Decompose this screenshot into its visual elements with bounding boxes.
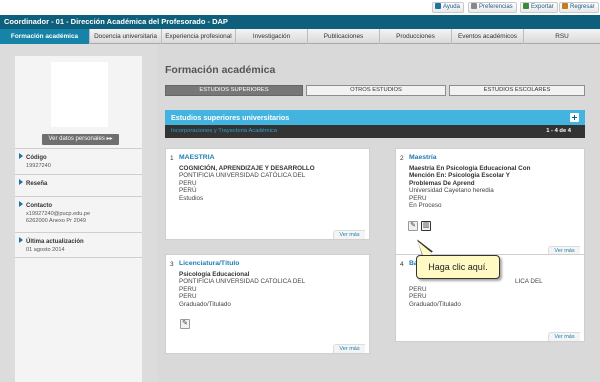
- pencil-icon: ✎: [182, 320, 188, 327]
- card-line: Graduado/Titulado: [179, 300, 231, 308]
- card-line: PERU: [409, 285, 427, 293]
- ultima-actualizacion-section: Última actualización 01 agosto 2014: [15, 232, 142, 258]
- contacto-section: Contacto x19927240@pucp.edu.pe 6262000 A…: [15, 196, 142, 232]
- record-card-3: 3 Licenciatura/Título Psicología Educaci…: [165, 254, 370, 354]
- card-title[interactable]: Maestría: [409, 154, 437, 161]
- card-line: PERU: [409, 194, 427, 202]
- tab-formacion-academica[interactable]: Formación académica: [0, 29, 90, 44]
- card-number: 3: [170, 261, 174, 268]
- subtab-estudios-superiores[interactable]: ESTUDIOS SUPERIORES: [165, 85, 303, 96]
- card-line: Estudios: [179, 194, 204, 202]
- codigo-value: 19927240: [26, 163, 51, 169]
- resena-section[interactable]: Reseña: [15, 174, 142, 196]
- card-line: Universidad Cayetano heredia: [409, 187, 494, 195]
- tab-investigacion[interactable]: Investigación: [236, 29, 308, 44]
- pencil-icon: ✎: [410, 222, 416, 229]
- regresar-label: Regresar: [570, 4, 595, 10]
- main-nav: Formación académica Docencia universitar…: [0, 29, 600, 44]
- ver-mas-link[interactable]: Ver más: [333, 344, 365, 353]
- ayuda-button[interactable]: Ayuda: [432, 2, 464, 13]
- hint-callout: Haga clic aquí.: [416, 255, 500, 279]
- regresar-button[interactable]: Regresar: [559, 2, 599, 13]
- exportar-label: Exportar: [531, 4, 554, 10]
- export-icon: [523, 3, 529, 9]
- page-title: Formación académica: [165, 64, 276, 76]
- add-icon[interactable]: [570, 113, 579, 122]
- edit-button[interactable]: ✎: [408, 221, 418, 231]
- preferencias-button[interactable]: Preferencias: [468, 2, 517, 13]
- ver-mas-link[interactable]: Ver más: [333, 230, 365, 239]
- resena-label: Reseña: [26, 181, 48, 187]
- preferencias-label: Preferencias: [479, 4, 513, 10]
- codigo-label: Código: [26, 155, 47, 161]
- subheader-label: Incorporaciones y Trayectoria Académica: [171, 128, 278, 134]
- card-line: PERU: [179, 179, 197, 187]
- tab-publicaciones[interactable]: Publicaciones: [308, 29, 380, 44]
- card-number: 1: [170, 155, 174, 162]
- card-line: PERU: [179, 293, 197, 301]
- card-line: Maestría En Psicología Educacional Con: [409, 165, 531, 172]
- card-title[interactable]: Licenciatura/Título: [179, 260, 239, 267]
- card-title[interactable]: MAESTRIA: [179, 154, 215, 161]
- back-icon: [562, 3, 568, 9]
- ultima-actualizacion-value: 01 agosto 2014: [26, 247, 65, 253]
- section-header: Estudios superiores universitarios: [165, 110, 585, 125]
- subheader: Incorporaciones y Trayectoria Académica …: [165, 125, 585, 138]
- card-line: PERÚ: [179, 187, 197, 195]
- contacto-email: x19927240@pucp.edu.pe: [26, 211, 91, 217]
- record-card-1: 1 MAESTRIA COGNICIÓN, APRENDIZAJE Y DESA…: [165, 148, 370, 240]
- card-line: PONTIFICIA UNIVERSIDAD CATOLICA DEL: [179, 278, 306, 286]
- card-line: PERU: [409, 293, 427, 301]
- section-title: Estudios superiores universitarios: [171, 113, 290, 122]
- card-line: Problemas De Aprend: [409, 179, 475, 187]
- trash-icon: ▥: [422, 222, 430, 229]
- card-number: 2: [400, 155, 404, 162]
- codigo-section: Código 19927240: [15, 148, 142, 174]
- subtab-otros-estudios[interactable]: OTROS ESTUDIOS: [306, 85, 446, 96]
- triangle-right-icon: [19, 237, 23, 243]
- tab-docencia-universitaria[interactable]: Docencia universitaria: [90, 29, 162, 44]
- edit-button[interactable]: ✎: [180, 319, 190, 329]
- exportar-button[interactable]: Exportar: [520, 2, 558, 13]
- tab-eventos-academicos[interactable]: Eventos académicos: [452, 29, 524, 44]
- window-title: Coordinador - 01 - Dirección Académica d…: [0, 15, 600, 29]
- subtab-estudios-escolares[interactable]: ESTUDIOS ESCOLARES: [449, 85, 585, 96]
- card-body: Maestría En Psicología Educacional Con M…: [409, 165, 530, 209]
- card-number: 4: [400, 261, 404, 268]
- card-line: Graduado/Titulado: [409, 300, 461, 308]
- ayuda-label: Ayuda: [443, 4, 460, 10]
- card-line: Psicología Educacional: [179, 271, 250, 278]
- triangle-right-icon: [19, 201, 23, 207]
- record-count: 1 - 4 de 4: [546, 128, 571, 134]
- card-line: PERU: [179, 285, 197, 293]
- tab-rsu[interactable]: RSU: [524, 29, 600, 44]
- card-line: LICA DEL: [515, 278, 543, 286]
- contacto-phone: 6262000 Anexo Pr 2049: [26, 218, 87, 224]
- tab-experiencia-profesional[interactable]: Experiencia profesional: [162, 29, 236, 44]
- delete-button[interactable]: ▥: [421, 221, 431, 231]
- ver-mas-link[interactable]: Ver más: [548, 332, 580, 341]
- card-body: Psicología Educacional PONTIFICIA UNIVER…: [179, 271, 305, 308]
- card-line: En Proceso: [409, 202, 442, 210]
- preferences-icon: [471, 3, 477, 9]
- tab-producciones[interactable]: Producciones: [380, 29, 452, 44]
- triangle-right-icon: [19, 179, 23, 185]
- contacto-label: Contacto: [26, 203, 52, 209]
- card-line: Mención En: Psicología Escolar Y: [409, 172, 511, 180]
- profile-photo: [51, 62, 108, 127]
- ultima-actualizacion-label: Última actualización: [26, 239, 84, 245]
- card-line: PONTIFICIA UNIVERSIDAD CATÓLICA DEL: [179, 172, 306, 180]
- card-body: COGNICIÓN, APRENDIZAJE Y DESARROLLO PONT…: [179, 165, 315, 202]
- ver-datos-personales-button[interactable]: Ver datos personales ▸▸: [42, 134, 119, 145]
- triangle-right-icon: [19, 153, 23, 159]
- utility-bar: Ayuda Preferencias Exportar Regresar: [0, 0, 600, 15]
- profile-panel: Ver datos personales ▸▸ Código 19927240 …: [15, 56, 142, 382]
- help-icon: [435, 3, 441, 9]
